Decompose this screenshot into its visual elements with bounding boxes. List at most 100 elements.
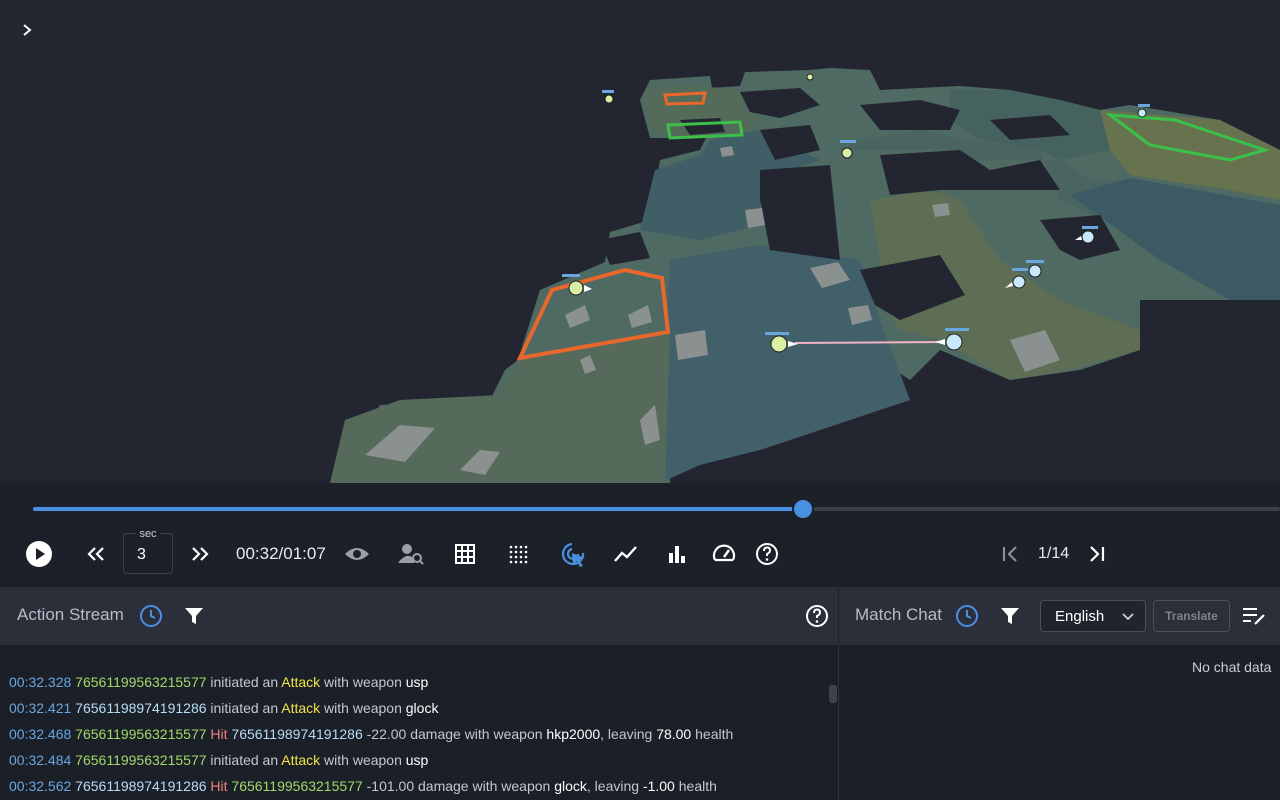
filter-icon: [1001, 608, 1019, 624]
log-segment: health: [674, 778, 717, 794]
map-render[interactable]: [0, 0, 1280, 483]
fast-forward-button[interactable]: [186, 533, 214, 575]
action-stream-title: Action Stream: [17, 605, 124, 624]
grid-icon: [455, 544, 475, 564]
log-segment: with weapon: [320, 700, 406, 716]
eye-icon: [345, 548, 369, 560]
dot-grid-icon: [509, 545, 528, 564]
player-marker[interactable]: [806, 73, 814, 81]
clock-icon: [140, 605, 162, 627]
rewind-icon: [87, 547, 104, 561]
log-segment: glock: [554, 778, 587, 794]
match-chat-body: No chat data: [839, 645, 1280, 800]
action-stream-time-button[interactable]: [136, 601, 166, 631]
match-chat-time-button[interactable]: [952, 601, 982, 631]
skip-first-icon: [1002, 546, 1017, 562]
chevron-right-icon[interactable]: [16, 20, 38, 42]
match-chat-filter-button[interactable]: [995, 601, 1025, 631]
log-segment: health: [691, 726, 734, 742]
action-stream-help-button[interactable]: [802, 601, 832, 631]
action-log-line: 00:32.421 76561198974191286 initiated an…: [9, 700, 438, 716]
player-search-button[interactable]: [394, 533, 428, 575]
log-segment: 76561199563215577: [227, 778, 363, 794]
log-segment: Attack: [281, 674, 321, 690]
rewind-button[interactable]: [82, 533, 110, 575]
log-segment: 76561199563215577: [71, 726, 207, 742]
timeline-slider[interactable]: [33, 498, 1280, 520]
action-log-line: 00:32.468 76561199563215577 Hit 76561198…: [9, 726, 733, 742]
timecode: 00:32/01:07: [236, 544, 326, 563]
log-segment: hkp2000: [546, 726, 601, 742]
log-segment: Hit: [206, 726, 228, 742]
log-segment: Attack: [281, 700, 321, 716]
fast-forward-icon: [192, 547, 209, 561]
timeline-thumb[interactable]: [792, 498, 815, 520]
action-focus-button[interactable]: [556, 533, 590, 575]
log-segment: , leaving: [586, 778, 643, 794]
help-button[interactable]: [750, 533, 784, 575]
log-segment: 76561199563215577: [71, 752, 207, 768]
action-stream-log[interactable]: 00:32.328 76561199563215577 initiated an…: [0, 645, 838, 800]
line-chart-icon: [614, 546, 637, 562]
log-segment: Hit: [206, 778, 228, 794]
heatmap-toggle-button[interactable]: [501, 533, 535, 575]
scrollbar-thumb[interactable]: [829, 685, 837, 703]
map-viewport[interactable]: [0, 0, 1280, 483]
log-segment: 00:32.328: [9, 674, 72, 690]
log-segment: initiated an: [206, 752, 282, 768]
playback-bar: sec 3 00:32/01:07 1/14: [0, 483, 1280, 587]
seconds-step-input[interactable]: sec 3: [123, 528, 173, 574]
seconds-value: 3: [137, 546, 146, 563]
log-segment: with weapon: [320, 752, 406, 768]
log-segment: 00:32.421: [9, 700, 72, 716]
language-select[interactable]: English: [1040, 600, 1146, 632]
last-round-button[interactable]: [1080, 533, 1114, 575]
chevron-down-icon: [1122, 613, 1134, 621]
play-icon: [26, 541, 52, 567]
speedometer-icon: [712, 544, 736, 562]
log-segment: 76561199563215577: [71, 674, 207, 690]
log-segment: Attack: [281, 752, 321, 768]
action-stream-filter-button[interactable]: [179, 601, 209, 631]
visibility-button[interactable]: [340, 533, 374, 575]
log-segment: 76561198974191286: [71, 778, 207, 794]
log-segment: 00:32.484: [9, 752, 72, 768]
log-segment: usp: [405, 752, 429, 768]
action-log-line: 00:32.484 76561199563215577 initiated an…: [9, 752, 428, 768]
first-round-button[interactable]: [994, 533, 1028, 575]
log-segment: initiated an: [206, 700, 282, 716]
chat-edit-button[interactable]: [1239, 601, 1269, 631]
log-segment: with weapon: [320, 674, 406, 690]
log-segment: 76561198974191286: [71, 700, 207, 716]
log-segment: 00:32.468: [9, 726, 72, 742]
playback-controls: sec 3 00:32/01:07 1/14: [0, 528, 1280, 575]
log-segment: 00:32.562: [9, 778, 72, 794]
action-log-line: 00:32.328 76561199563215577 initiated an…: [9, 674, 428, 690]
log-segment: 76561198974191286: [227, 726, 363, 742]
timeline-progress: [33, 507, 804, 511]
player-marker[interactable]: [602, 90, 614, 104]
action-log-line: 00:32.562 76561198974191286 Hit 76561199…: [9, 778, 717, 794]
skip-last-icon: [1090, 546, 1105, 562]
bar-chart-button[interactable]: [660, 533, 694, 575]
play-button[interactable]: [24, 533, 54, 575]
translate-button[interactable]: Translate: [1153, 600, 1230, 632]
log-segment: -1.00: [642, 778, 675, 794]
match-chat-header: Match Chat English Translate: [839, 587, 1280, 645]
line-chart-button[interactable]: [609, 533, 643, 575]
help-icon: [806, 605, 828, 627]
log-segment: -22.00 damage with weapon: [362, 726, 547, 742]
round-indicator: 1/14: [1038, 545, 1070, 562]
language-value: English: [1055, 608, 1105, 625]
log-segment: initiated an: [206, 674, 282, 690]
clock-icon: [956, 605, 978, 627]
log-segment: usp: [405, 674, 429, 690]
user-search-icon: [398, 544, 424, 565]
speed-button[interactable]: [707, 533, 741, 575]
help-icon: [756, 543, 778, 565]
shot-trace: [794, 341, 946, 344]
cursor-target-icon: [561, 542, 585, 567]
log-segment: , leaving: [600, 726, 657, 742]
grid-toggle-button[interactable]: [448, 533, 482, 575]
match-chat-title: Match Chat: [855, 605, 942, 624]
